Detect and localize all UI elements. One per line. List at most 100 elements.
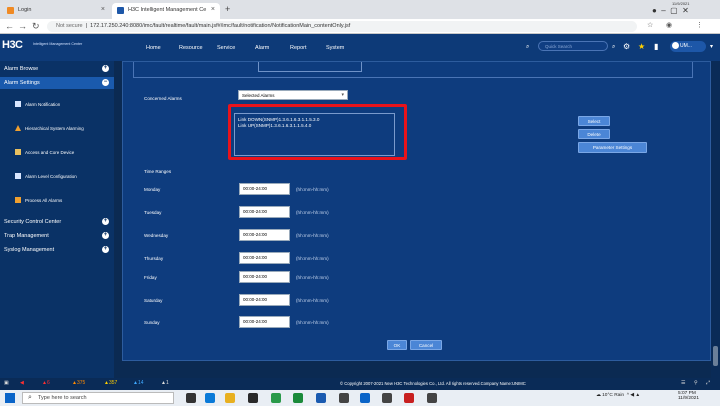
upper-field: [258, 62, 362, 72]
alarm-count-warning[interactable]: ▲14: [133, 380, 144, 386]
browser-tab-imc[interactable]: H3C Intelligent Management Ce ×: [112, 3, 220, 19]
weather-icon[interactable]: ☁: [596, 393, 601, 398]
menu-resource[interactable]: Resource: [179, 45, 203, 51]
menu-service[interactable]: Service: [217, 45, 235, 51]
sidebar-section-alarm-browse[interactable]: Alarm Browse +: [0, 63, 114, 75]
sidebar-section-security-control[interactable]: Security Control Center +: [0, 216, 114, 228]
user-menu[interactable]: UM...: [670, 41, 706, 52]
favorites-icon[interactable]: ★: [638, 42, 645, 51]
alarm-count-critical[interactable]: ▲6: [42, 380, 50, 386]
sound-icon[interactable]: ◀: [20, 380, 24, 386]
menu-icon[interactable]: ⋮: [696, 21, 703, 29]
time-range-friday[interactable]: 00:00-24:00: [239, 271, 290, 283]
taskbar-search-input[interactable]: ⌕ Type here to search: [22, 392, 174, 404]
time-range-thursday[interactable]: 00:00-24:00: [239, 252, 290, 264]
parameter-settings-button[interactable]: Parameter Settings: [578, 142, 647, 153]
search-scope-icon[interactable]: ⌕: [526, 44, 529, 51]
menu-alarm[interactable]: Alarm: [255, 45, 269, 51]
page-scrollbar[interactable]: [711, 61, 720, 378]
sidebar-item-access-core-device[interactable]: Access and Core Device: [0, 141, 114, 165]
bookmark-icon[interactable]: ▮: [654, 42, 658, 51]
app-icon[interactable]: [248, 393, 258, 403]
sidebar-item-process-all-alarms[interactable]: Process All Alarms: [0, 189, 114, 213]
back-icon[interactable]: ←: [5, 21, 14, 31]
browser-tab-login[interactable]: Login ×: [2, 3, 110, 19]
forward-icon[interactable]: →: [18, 21, 27, 31]
expand-icon[interactable]: +: [102, 232, 109, 239]
chrome-icon[interactable]: [225, 393, 235, 403]
tab-favicon-icon: [7, 7, 14, 14]
collapse-icon[interactable]: −: [102, 79, 109, 86]
system-tray: ☁ 10°C Rain ^ ◀ ▲ 5:07 PM 11/9/2021: [596, 391, 699, 401]
windows-start-icon[interactable]: [5, 393, 15, 403]
menu-system[interactable]: System: [326, 45, 344, 51]
app-icon[interactable]: [382, 393, 392, 403]
sidebar-section-label: Syslog Management: [4, 247, 55, 253]
concerned-alarms-select[interactable]: Selected Alarms ▾: [238, 90, 348, 100]
pin-icon[interactable]: ⚲: [694, 380, 698, 386]
settings-icon[interactable]: ⚙: [623, 42, 630, 51]
window-controls-icon[interactable]: ● – ▢ ✕: [652, 6, 689, 15]
new-tab-button[interactable]: +: [225, 4, 230, 14]
time-format-hint: (hh:mm-hh:mm): [296, 233, 329, 238]
app-icon[interactable]: [339, 393, 349, 403]
alarm-count-minor[interactable]: ▲357: [104, 380, 117, 386]
app-icon[interactable]: [271, 393, 281, 403]
list-icon: [15, 173, 21, 179]
sidebar-item-alarm-notification[interactable]: Alarm Notification: [0, 93, 114, 117]
close-tab-icon[interactable]: ×: [211, 6, 215, 13]
dropdown-icon[interactable]: ▾: [710, 43, 713, 50]
sidebar-section-trap-management[interactable]: Trap Management +: [0, 230, 114, 242]
time-range-monday[interactable]: 00:00-24:00: [239, 183, 290, 195]
app-icon[interactable]: [427, 393, 437, 403]
url-field[interactable]: Not secure | 172.17.250.240:8080/imc/fau…: [47, 21, 637, 32]
time-range-wednesday[interactable]: 00:00-24:00: [239, 229, 290, 241]
time-range-sunday[interactable]: 00:00-24:00: [239, 316, 290, 328]
delete-button[interactable]: Delete: [578, 129, 610, 139]
sidebar-item-label: Alarm Level Configuration: [25, 174, 77, 179]
edge-icon[interactable]: [205, 393, 215, 403]
close-tab-icon[interactable]: ×: [101, 6, 105, 13]
sidebar-section-syslog-management[interactable]: Syslog Management +: [0, 244, 114, 256]
alarm-count-value: 6: [46, 380, 50, 386]
profile-icon[interactable]: ◉: [666, 21, 672, 29]
menu-report[interactable]: Report: [290, 45, 307, 51]
expand-icon[interactable]: +: [102, 246, 109, 253]
reload-icon[interactable]: ↻: [32, 21, 40, 32]
cancel-button[interactable]: Cancel: [410, 340, 442, 350]
quick-search-input[interactable]: Quick Search: [538, 41, 608, 51]
sidebar-item-label: Access and Core Device: [25, 150, 75, 155]
scrollbar-thumb[interactable]: [713, 346, 718, 366]
task-view-icon[interactable]: [186, 393, 196, 403]
star-icon[interactable]: ☆: [647, 21, 653, 29]
outlook-icon[interactable]: [360, 393, 370, 403]
clock[interactable]: 5:07 PM 11/9/2021: [678, 391, 699, 401]
expand-icon[interactable]: ⤢: [706, 380, 710, 386]
menu-home[interactable]: Home: [146, 45, 161, 51]
monitor-icon[interactable]: ▣: [4, 380, 9, 386]
ok-button[interactable]: OK: [387, 340, 407, 350]
sidebar-section-label: Security Control Center: [4, 219, 62, 225]
select-button[interactable]: Select: [578, 116, 610, 126]
sidebar-item-label: Hierarchical System Alarming: [25, 126, 84, 131]
sidebar-item-hierarchical-alarming[interactable]: Hierarchical System Alarming: [0, 117, 114, 141]
sidebar-item-alarm-level-config[interactable]: Alarm Level Configuration: [0, 165, 114, 189]
app-icon[interactable]: [404, 393, 414, 403]
tab-label: H3C Intelligent Management Ce: [128, 7, 207, 13]
weather-text[interactable]: 10°C Rain: [602, 393, 624, 398]
time-format-hint: (hh:mm-hh:mm): [296, 187, 329, 192]
time-range-saturday[interactable]: 00:00-24:00: [239, 294, 290, 306]
excel-icon[interactable]: [293, 393, 303, 403]
expand-icon[interactable]: +: [102, 65, 109, 72]
sidebar-item-label: Process All Alarms: [25, 198, 63, 203]
process-icon: [15, 197, 21, 203]
footer-menu-icon[interactable]: ☰: [681, 380, 685, 386]
time-format-hint: (hh:mm-hh:mm): [296, 256, 329, 261]
search-icon[interactable]: ⌕: [612, 44, 615, 51]
expand-icon[interactable]: +: [102, 218, 109, 225]
alarm-count-major[interactable]: ▲375: [72, 380, 85, 386]
word-icon[interactable]: [316, 393, 326, 403]
sidebar-section-alarm-settings[interactable]: Alarm Settings −: [0, 77, 114, 89]
time-range-tuesday[interactable]: 00:00-24:00: [239, 206, 290, 218]
alarm-count-info[interactable]: ▲1: [161, 380, 169, 386]
